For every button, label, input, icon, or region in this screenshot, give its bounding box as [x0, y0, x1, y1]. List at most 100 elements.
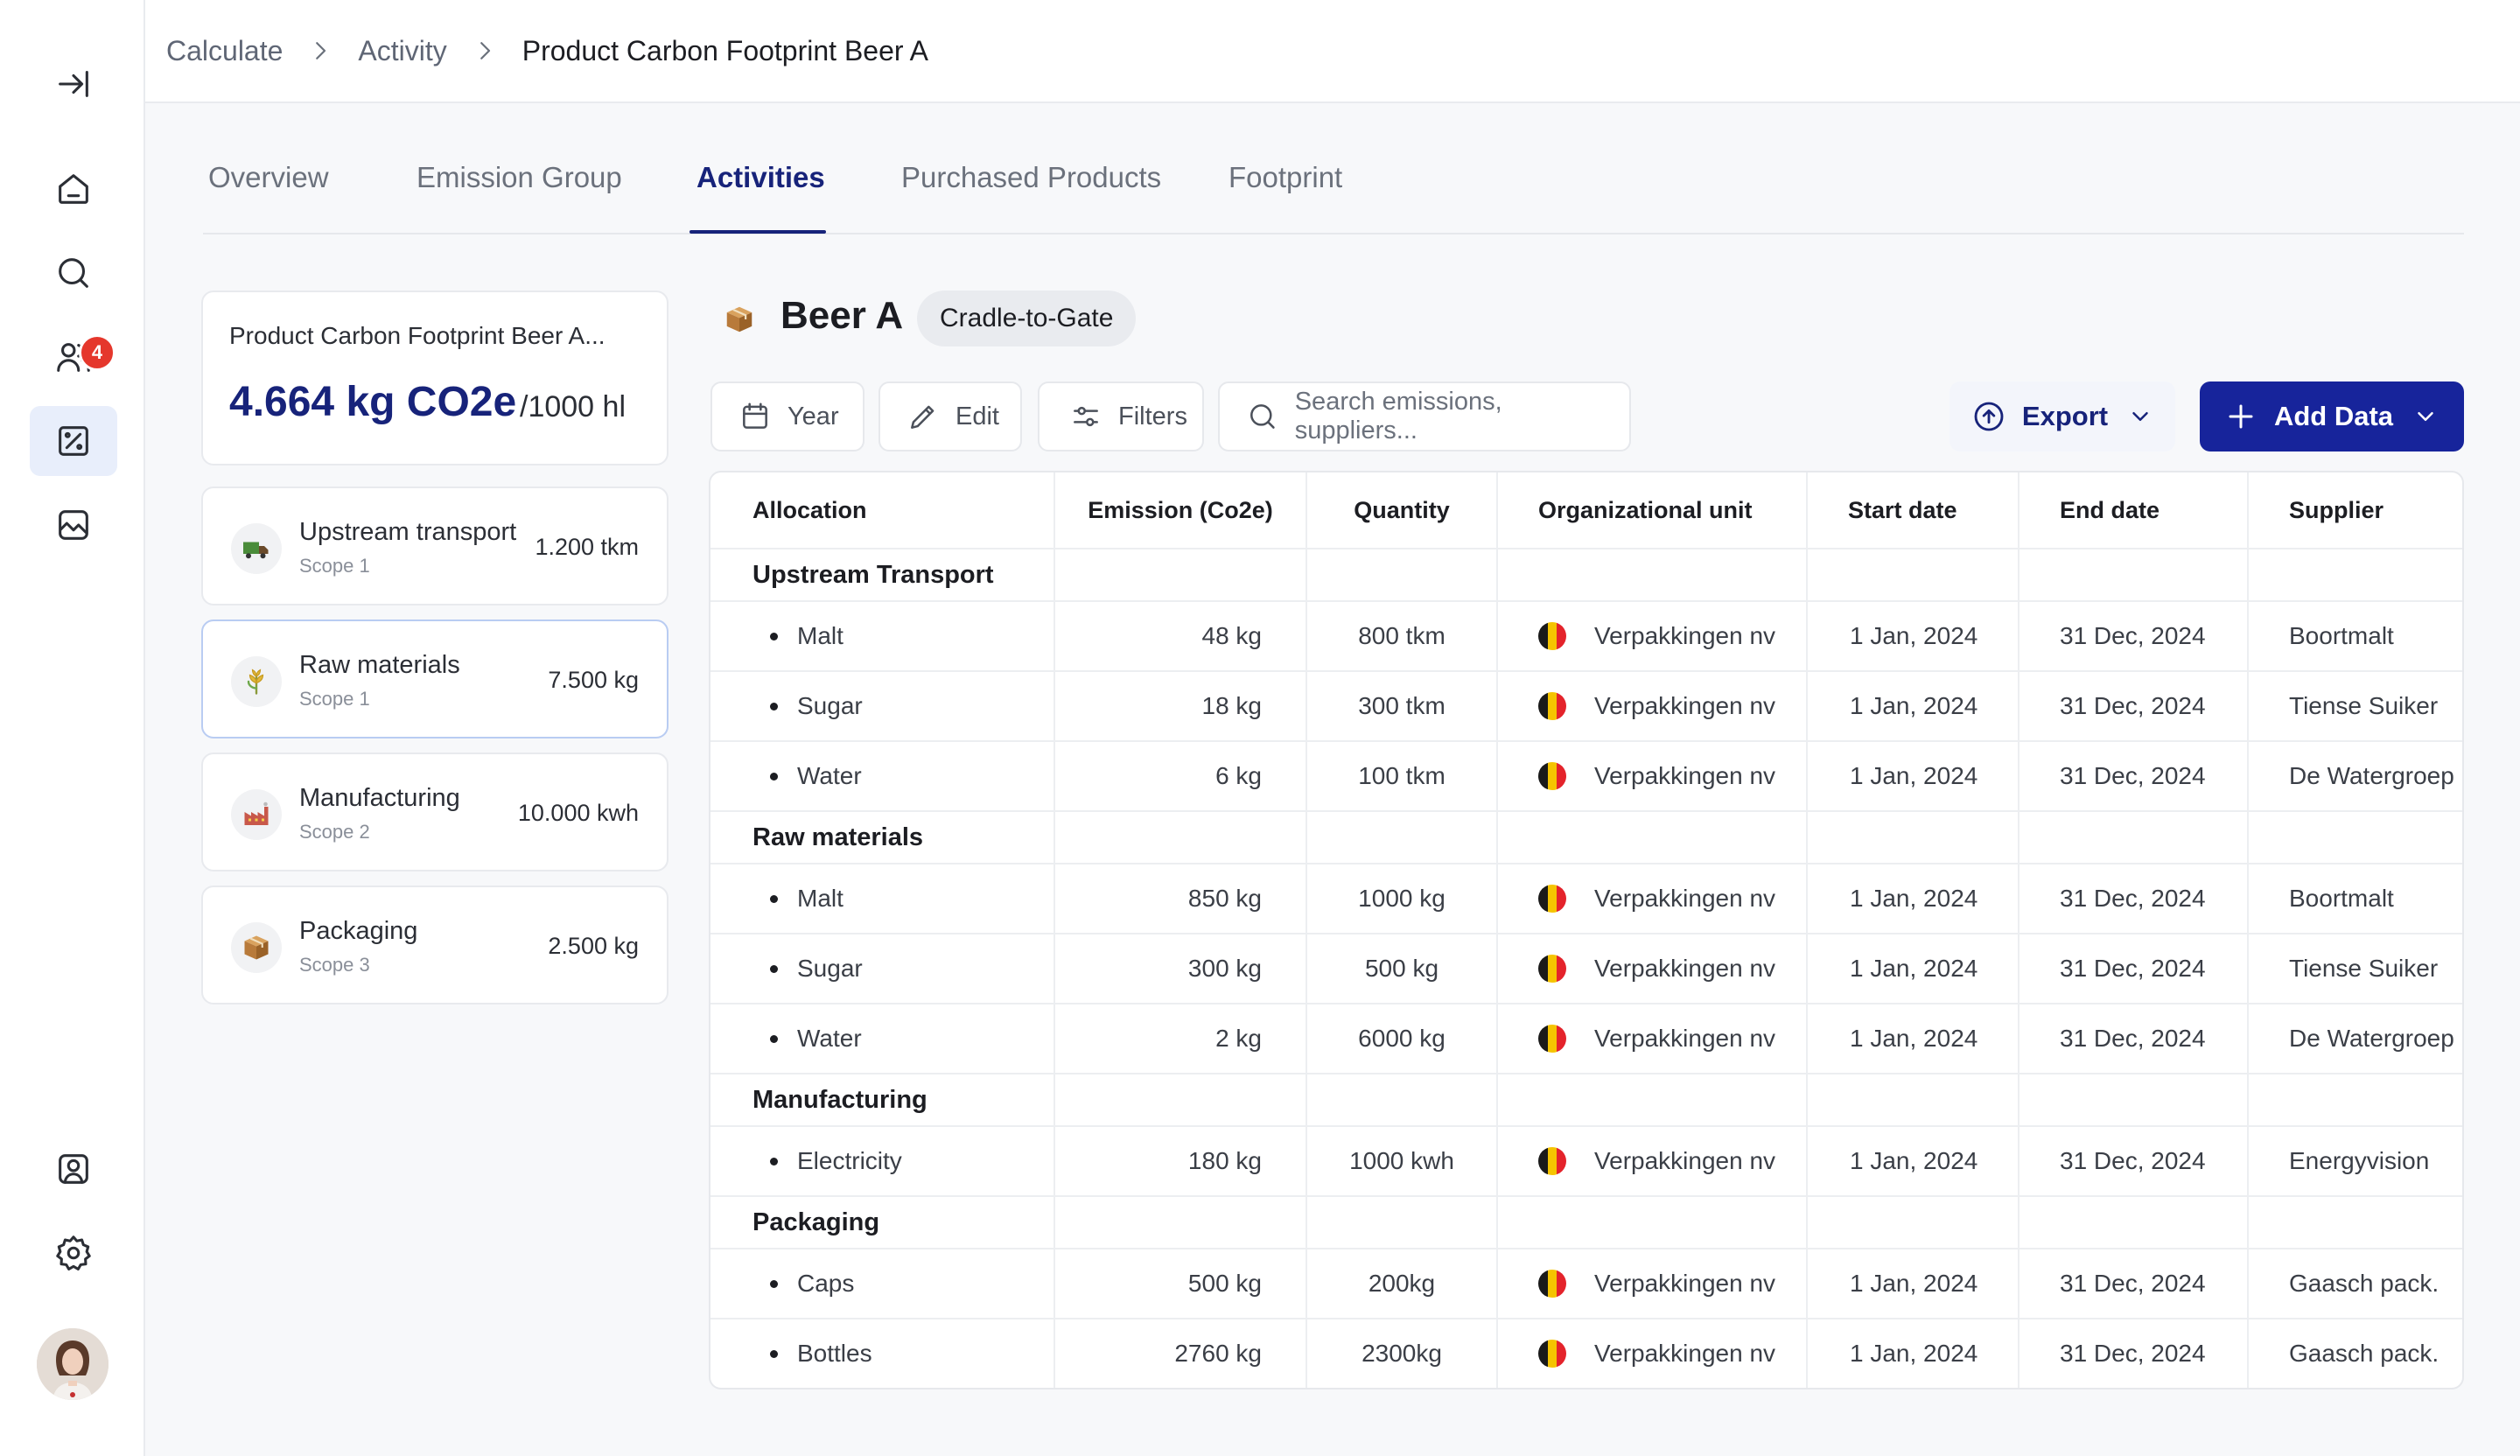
bullet-icon: [770, 1034, 778, 1043]
gallery-icon[interactable]: [30, 490, 117, 560]
chevron-right-icon: [480, 42, 490, 60]
category-card-raw-materials[interactable]: Raw materials Scope 1 7.500 kg: [201, 620, 668, 738]
filters-button[interactable]: Filters: [1038, 382, 1204, 452]
org-unit-name: Verpakkingen nv: [1594, 955, 1776, 982]
column-header[interactable]: Quantity: [1307, 472, 1498, 548]
category-scope: Scope 2: [299, 821, 370, 843]
bullet-icon: [770, 702, 778, 710]
table-row[interactable]: Malt 850 kg 1000 kg Verpakkingen nv 1 Jan, 2…: [710, 864, 2462, 934]
truck-icon: [231, 523, 282, 574]
factory-icon: [231, 789, 282, 840]
end-date-cell: 31 Dec, 2024: [2020, 1250, 2249, 1318]
footprint-summary-card: Product Carbon Footprint Beer A... 4.664…: [201, 290, 668, 466]
table-header: Allocation Emission (Co2e) Quantity Orga…: [710, 472, 2462, 550]
tab-overview[interactable]: Overview: [208, 161, 329, 194]
table-row[interactable]: Water 2 kg 6000 kg Verpakkingen nv 1 Jan, 20…: [710, 1004, 2462, 1074]
column-header[interactable]: Supplier: [2249, 472, 2462, 548]
org-unit-name: Verpakkingen nv: [1594, 1340, 1776, 1367]
column-header[interactable]: Organizational unit: [1498, 472, 1808, 548]
collapse-sidebar-icon[interactable]: [30, 49, 117, 119]
table-row[interactable]: Malt 48 kg 800 tkm Verpakkingen nv 1 Jan, 20…: [710, 602, 2462, 672]
emission-cell: 850 kg: [1055, 864, 1307, 933]
column-header[interactable]: Allocation: [710, 472, 1055, 548]
plus-icon: [2229, 404, 2253, 429]
tab-emission-group[interactable]: Emission Group: [416, 161, 622, 194]
category-card-manufacturing[interactable]: Manufacturing Scope 2 10.000 kwh: [201, 752, 668, 872]
table-cell: [2249, 1074, 2462, 1125]
end-date-cell: 31 Dec, 2024: [2020, 672, 2249, 740]
table-cell: [1808, 1074, 2020, 1125]
table-row[interactable]: Caps 500 kg 200kg Verpakkingen nv 1 Jan, 202…: [710, 1250, 2462, 1320]
belgium-flag-icon: [1538, 955, 1566, 983]
users-icon[interactable]: 4: [30, 322, 117, 392]
add-data-label: Add Data: [2273, 401, 2394, 431]
bullet-icon: [770, 772, 778, 780]
column-header[interactable]: End date: [2020, 472, 2249, 548]
tab-activities[interactable]: Activities: [696, 161, 825, 194]
org-unit-name: Verpakkingen nv: [1594, 692, 1776, 719]
category-name: Upstream transport: [299, 518, 517, 546]
upload-icon: [1974, 402, 2004, 431]
table-row[interactable]: Sugar 18 kg 300 tkm Verpakkingen nv 1 Jan, 2…: [710, 672, 2462, 742]
allocation-cell: Water: [710, 1004, 1055, 1073]
table-row[interactable]: Water 6 kg 100 tkm Verpakkingen nv 1 Jan, 20…: [710, 742, 2462, 812]
tab-footprint[interactable]: Footprint: [1228, 161, 1342, 194]
org-unit-cell: Verpakkingen nv: [1498, 1250, 1808, 1318]
breadcrumb-calculate[interactable]: Calculate: [166, 35, 283, 67]
supplier-cell: Boortmalt: [2289, 885, 2394, 912]
search-placeholder: Search emissions, suppliers...: [1294, 388, 1502, 444]
category-value: 10.000 kwh: [517, 800, 639, 826]
search-input[interactable]: Search emissions, suppliers...: [1218, 382, 1631, 452]
allocation-name: Caps: [797, 1270, 855, 1297]
belgium-flag-icon: [1538, 1340, 1566, 1368]
search-icon[interactable]: [30, 238, 117, 308]
tab-purchased-products[interactable]: Purchased Products: [901, 161, 1161, 194]
table-row[interactable]: Sugar 300 kg 500 kg Verpakkingen nv 1 Jan, 2…: [710, 934, 2462, 1004]
org-unit-name: Verpakkingen nv: [1594, 1025, 1776, 1052]
quantity-cell: 500 kg: [1307, 934, 1498, 1003]
table-cell: [2249, 1197, 2462, 1248]
emission-cell: 6 kg: [1055, 742, 1307, 810]
end-date-cell: 31 Dec, 2024: [2020, 1320, 2249, 1388]
quantity-cell: 1000 kg: [1307, 864, 1498, 933]
export-button[interactable]: Export: [1950, 382, 2175, 452]
group-row: Manufacturing: [710, 1074, 2462, 1127]
table-cell: [1055, 550, 1307, 600]
year-button[interactable]: Year: [710, 382, 864, 452]
column-header[interactable]: Start date: [1808, 472, 2020, 548]
category-card-packaging[interactable]: Packaging Scope 3 2.500 kg: [201, 886, 668, 1004]
active-tab-indicator: [690, 230, 826, 234]
start-date-cell: 1 Jan, 2024: [1808, 864, 2020, 933]
breadcrumb-activity[interactable]: Activity: [358, 35, 446, 67]
profile-icon[interactable]: [30, 1134, 117, 1204]
add-data-button[interactable]: Add Data: [2200, 382, 2464, 452]
org-unit-cell: Verpakkingen nv: [1498, 864, 1808, 933]
chevron-down-icon: [2132, 412, 2148, 421]
category-value: 7.500 kg: [548, 667, 639, 693]
org-unit-cell: Verpakkingen nv: [1498, 602, 1808, 670]
home-icon[interactable]: [30, 154, 117, 224]
supplier-cell: De Watergroep: [2289, 1025, 2454, 1052]
group-name: Manufacturing: [710, 1074, 1055, 1125]
belgium-flag-icon: [1538, 1025, 1566, 1053]
calculate-icon[interactable]: [30, 406, 117, 476]
allocation-cell: Sugar: [710, 934, 1055, 1003]
group-name: Upstream Transport: [710, 550, 1055, 600]
avatar[interactable]: [37, 1328, 108, 1400]
column-header[interactable]: Emission (Co2e): [1055, 472, 1307, 548]
table-cell: [1498, 550, 1808, 600]
belgium-flag-icon: [1538, 692, 1566, 720]
allocation-name: Sugar: [797, 692, 863, 719]
edit-button[interactable]: Edit: [878, 382, 1022, 452]
table-cell: [2020, 1197, 2249, 1248]
belgium-flag-icon: [1538, 762, 1566, 790]
table-cell: [1808, 812, 2020, 863]
bullet-icon: [770, 632, 778, 640]
emission-cell: 300 kg: [1055, 934, 1307, 1003]
category-name: Manufacturing: [299, 784, 460, 812]
group-row: Raw materials: [710, 812, 2462, 864]
table-row[interactable]: Electricity 180 kg 1000 kwh Verpakkingen nv…: [710, 1127, 2462, 1197]
table-row[interactable]: Bottles 2760 kg 2300kg Verpakkingen nv 1 Jan…: [710, 1320, 2462, 1388]
settings-icon[interactable]: [30, 1218, 117, 1288]
category-card-upstream-transport[interactable]: Upstream transport Scope 1 1.200 tkm: [201, 486, 668, 606]
